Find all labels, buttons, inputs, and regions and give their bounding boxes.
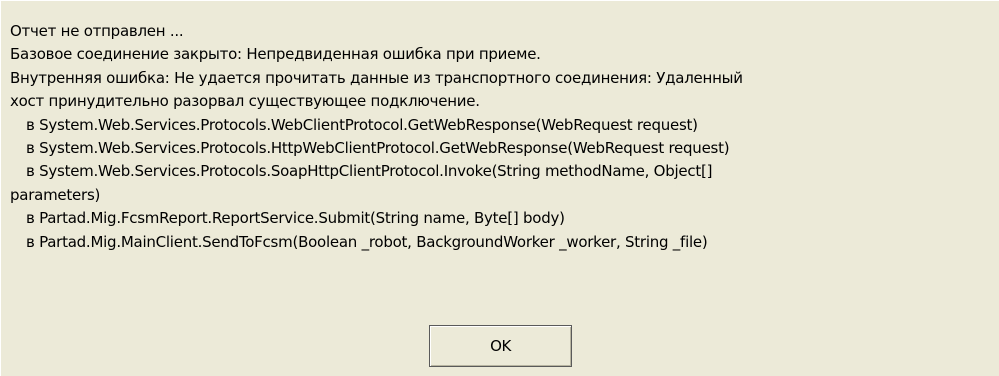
stack-trace-line: в Partad.Mig.MainClient.SendToFcsm(Boole… <box>26 232 708 251</box>
message-line: Внутренняя ошибка: Не удается прочитать … <box>10 68 743 87</box>
stack-trace-line: в System.Web.Services.Protocols.SoapHttp… <box>26 162 713 181</box>
error-message: Отчет не отправлен ... Базовое соединени… <box>10 20 995 254</box>
stack-trace-line: в Partad.Mig.FcsmReport.ReportService.Su… <box>26 209 565 228</box>
message-line: хост принудительно разорвал существующее… <box>10 92 480 111</box>
ok-button-label: OK <box>490 337 511 355</box>
stack-trace-line: в System.Web.Services.Protocols.HttpWebC… <box>26 139 730 158</box>
stack-trace-continuation-line: parameters) <box>10 185 101 204</box>
message-title-line: Отчет не отправлен ... <box>10 22 184 40</box>
stack-trace-line: в System.Web.Services.Protocols.WebClien… <box>26 115 698 134</box>
error-dialog: Отчет не отправлен ... Базовое соединени… <box>0 0 999 376</box>
ok-button[interactable]: OK <box>429 325 572 367</box>
message-line: Базовое соединение закрыто: Непредвиденн… <box>10 45 541 64</box>
